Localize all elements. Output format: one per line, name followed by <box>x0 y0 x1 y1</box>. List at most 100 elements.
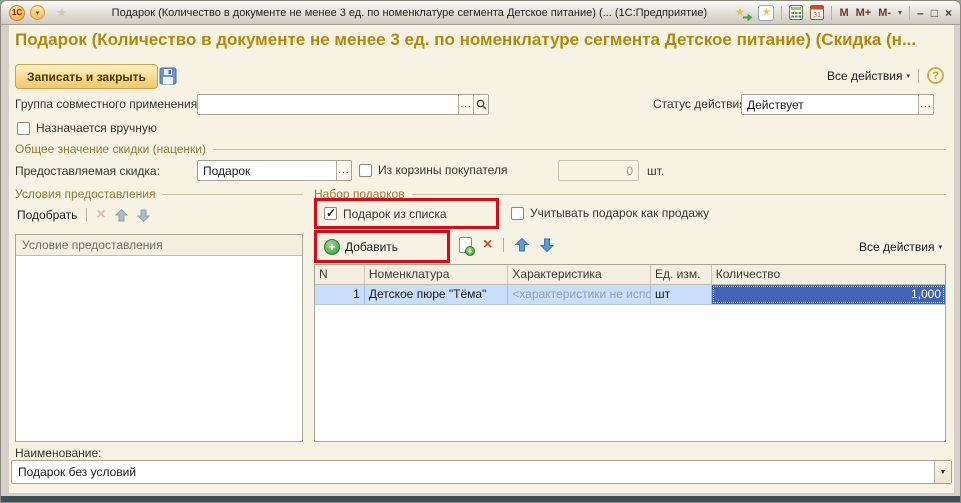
divider <box>909 6 910 20</box>
divider <box>781 6 782 20</box>
all-actions-label: Все действия <box>827 69 902 83</box>
common-discount-group-title: Общее значение скидки (наценки) <box>15 142 206 156</box>
save-icon[interactable] <box>159 67 177 85</box>
gifts-toolbar: + × <box>459 237 554 253</box>
cart-qty-input: 0 <box>558 160 639 181</box>
conditions-group: Условия предоставления <box>15 187 303 201</box>
green-arrow-icon <box>743 12 753 21</box>
discount-field-input[interactable]: Подарок ... <box>197 160 352 181</box>
cell-qty-selected[interactable]: 1,000 <box>712 285 945 304</box>
group-field-input[interactable]: ... <box>197 94 489 115</box>
window-bottom-edge <box>1 496 960 502</box>
conditions-group-title: Условия предоставления <box>15 187 155 201</box>
cell-characteristic[interactable]: <характеристики не использу... <box>508 285 651 304</box>
close-button[interactable]: × <box>945 6 952 20</box>
name-combo[interactable]: Подарок без условий ▼ <box>11 460 952 484</box>
status-field-input[interactable]: Действует ... <box>741 94 934 115</box>
favorites-star-icon[interactable]: ★ <box>56 6 68 19</box>
divider <box>503 238 504 252</box>
chevron-down-icon: ▾ <box>938 243 942 251</box>
memory-m-button[interactable]: M <box>839 7 848 19</box>
status-field-value: Действует <box>742 98 918 112</box>
1c-logo-icon: 1С <box>9 5 25 21</box>
discount-field-value: Подарок <box>198 164 336 178</box>
minimize-button[interactable]: – <box>917 6 924 20</box>
table-row[interactable]: 1 Детское пюре "Тёма" <характеристики не… <box>315 285 945 305</box>
divider <box>831 6 832 20</box>
form-area: Подарок (Количество в документе не менее… <box>9 25 954 493</box>
maximize-button[interactable]: □ <box>931 6 938 20</box>
delete-row-icon[interactable]: × <box>483 238 492 252</box>
pick-button-label: Подобрать <box>17 208 77 222</box>
move-down-icon[interactable] <box>137 209 150 222</box>
col-nomenclature[interactable]: Номенклатура <box>365 265 509 284</box>
chevron-down-icon: ▾ <box>906 72 910 80</box>
help-button[interactable]: ? <box>927 67 944 84</box>
row-down-icon[interactable] <box>540 238 554 252</box>
col-qty[interactable]: Количество <box>712 265 945 284</box>
cell-unit[interactable]: шт <box>651 285 712 304</box>
cart-qty-value: 0 <box>559 164 638 178</box>
toolbar-overflow-icon[interactable]: ▾ <box>898 8 902 17</box>
gift-from-list-checkbox[interactable] <box>324 207 337 220</box>
add-button-label: Добавить <box>345 240 398 254</box>
status-field-label: Статус действия: <box>653 97 749 111</box>
gift-as-sale-label: Учитывать подарок как продажу <box>530 206 709 220</box>
delete-condition-icon[interactable]: × <box>96 208 105 222</box>
gift-from-list-annotation: Подарок из списка <box>314 198 499 229</box>
add-button[interactable]: + Добавить <box>324 239 398 255</box>
gift-as-sale-row[interactable]: Учитывать подарок как продажу <box>511 206 709 220</box>
choose-button[interactable]: ... <box>918 95 933 114</box>
conditions-column-label: Условие предоставления <box>22 238 163 252</box>
cell-n[interactable]: 1 <box>315 285 365 304</box>
group-rule <box>213 149 946 150</box>
mini-plus-icon: + <box>465 246 475 256</box>
discount-field-label: Предоставляемая скидка: <box>15 164 160 178</box>
name-field-label: Наименование: <box>15 446 102 460</box>
cart-qty-unit-label: шт. <box>647 164 664 178</box>
group-rule <box>162 194 303 195</box>
divider <box>918 69 919 83</box>
gift-as-sale-checkbox[interactable] <box>511 207 524 220</box>
col-characteristic[interactable]: Характеристика <box>508 265 651 284</box>
memory-m-minus-button[interactable]: M- <box>878 7 891 19</box>
from-cart-checkbox[interactable] <box>359 164 372 177</box>
common-discount-group: Общее значение скидки (наценки) <box>15 142 946 156</box>
col-unit[interactable]: Ед. изм. <box>651 265 712 284</box>
move-up-icon[interactable] <box>115 209 128 222</box>
group-rule <box>412 194 946 195</box>
manual-checkbox[interactable] <box>17 122 30 135</box>
add-favorite-icon[interactable]: ★ <box>758 5 774 21</box>
pick-button[interactable]: Подобрать <box>17 208 77 222</box>
add-copy-icon[interactable]: + <box>459 237 472 253</box>
system-menu-button[interactable]: ▾ <box>30 5 45 20</box>
search-icon[interactable] <box>473 95 488 114</box>
name-combo-value: Подарок без условий <box>12 465 934 479</box>
combo-dropdown-button[interactable]: ▼ <box>934 461 951 483</box>
page-title: Подарок (Количество в документе не менее… <box>15 30 948 50</box>
memory-m-plus-button[interactable]: M+ <box>856 7 872 19</box>
choose-button[interactable]: ... <box>336 161 351 180</box>
row-up-icon[interactable] <box>515 238 529 252</box>
choose-button[interactable]: ... <box>458 95 473 114</box>
divider <box>86 208 87 222</box>
conditions-toolbar: Подобрать × <box>17 208 150 222</box>
title-bar: 1С ▾ ★ Подарок (Количество в документе н… <box>1 1 960 25</box>
go-favorites-icon[interactable]: ★ <box>734 5 751 21</box>
all-actions-gifts-button[interactable]: Все действия ▾ <box>859 240 942 254</box>
calendar-icon[interactable]: 31 <box>810 5 824 20</box>
all-actions-top-button[interactable]: Все действия ▾ <box>827 69 910 83</box>
group-field-label: Группа совместного применения: <box>15 97 201 111</box>
gifts-table[interactable]: N Номенклатура Характеристика Ед. изм. К… <box>314 264 946 442</box>
col-n[interactable]: N <box>315 265 365 284</box>
all-actions-gifts-label: Все действия <box>859 240 934 254</box>
gift-from-list-label: Подарок из списка <box>343 207 447 221</box>
manual-checkbox-row[interactable]: Назначается вручную <box>17 121 157 135</box>
save-and-close-button[interactable]: Записать и закрыть <box>15 64 158 89</box>
window-title: Подарок (Количество в документе не менее… <box>112 7 729 19</box>
cell-nomenclature[interactable]: Детское пюре "Тёма" <box>365 285 509 304</box>
from-cart-checkbox-row[interactable]: Из корзины покупателя <box>359 163 507 177</box>
svg-text:31: 31 <box>814 12 822 19</box>
calculator-icon[interactable] <box>789 5 803 20</box>
conditions-list[interactable]: Условие предоставления <box>15 234 303 442</box>
